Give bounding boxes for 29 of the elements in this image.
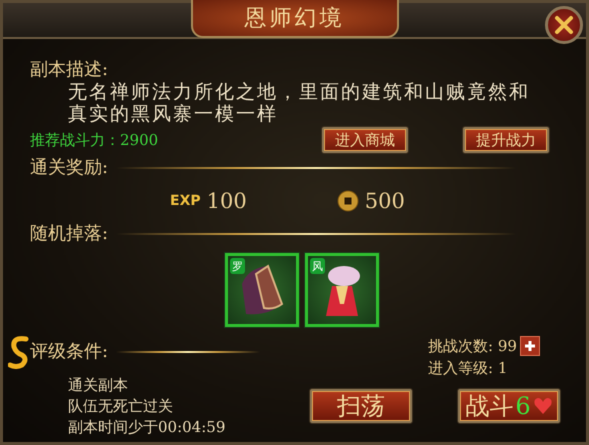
window-title: 恩师幻境: [190, 0, 398, 38]
condition-text: 副本时间少于00:04:59: [68, 417, 226, 438]
reward-amount: 500: [364, 189, 405, 213]
sweep-button[interactable]: 扫荡: [310, 389, 412, 423]
reward-amount: 100: [206, 189, 247, 213]
section-label: 通关奖励:: [30, 157, 108, 179]
recommended-power: 推荐战斗力：2900: [30, 130, 160, 150]
section-label: 评级条件:: [30, 341, 108, 363]
exp-label: EXP: [170, 193, 201, 209]
coin-icon: [336, 190, 359, 212]
condition-text: 通关副本: [68, 375, 129, 396]
item-tag: 风: [310, 258, 325, 274]
heart-icon: [532, 396, 553, 416]
description-text: 无名禅师法力所化之地，里面的建筑和山贼竟然和真实的黑风寨一模一样: [68, 81, 531, 125]
s-rank-icon: [8, 335, 30, 369]
plus-icon: [524, 340, 536, 352]
action-button[interactable]: 提升战力: [463, 127, 549, 153]
item-tag: 罗: [230, 258, 245, 274]
battle-button[interactable]: 战斗6: [458, 389, 560, 423]
item-slot[interactable]: 罗: [225, 253, 299, 327]
stat-text: 进入等级: 1: [428, 358, 508, 378]
close-icon: [554, 15, 574, 35]
add-button[interactable]: [520, 336, 540, 356]
action-button[interactable]: 进入商城: [322, 127, 408, 153]
section-label: 副本描述:: [30, 59, 110, 81]
section-label: 随机掉落:: [30, 223, 108, 245]
item-slot[interactable]: 风: [305, 253, 379, 327]
condition-text: 队伍无死亡过关: [68, 396, 174, 417]
stat-text: 挑战次数: 99: [428, 336, 517, 356]
